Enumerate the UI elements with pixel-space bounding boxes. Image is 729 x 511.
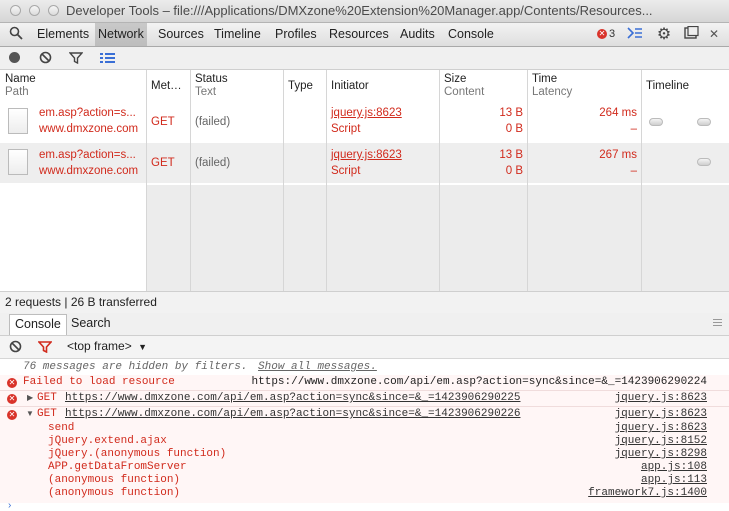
file-icon: [8, 108, 28, 134]
request-status: (failed): [195, 157, 231, 169]
console-message: ✕ Failed to load resource https://www.dm…: [0, 375, 729, 391]
show-drawer-icon[interactable]: [626, 26, 644, 43]
hidden-notice-text: 76 messages are hidden by filters.: [23, 361, 248, 373]
zoom-window-button[interactable]: [48, 5, 59, 16]
stack-source-link[interactable]: jquery.js:8152: [0, 435, 707, 448]
summary-text: 2 requests | 26 B transferred: [5, 295, 157, 309]
col-name-header[interactable]: Name: [5, 73, 36, 86]
window-title: Developer Tools – file:///Applications/D…: [66, 3, 653, 18]
col-status-header[interactable]: Status: [195, 73, 228, 86]
drawer-tabbar: Console Search: [0, 313, 729, 336]
frame-selector[interactable]: <top frame> ▼: [67, 339, 147, 353]
col-timeline-header[interactable]: Timeline: [646, 80, 689, 93]
file-icon: [8, 149, 28, 175]
stack-source-link[interactable]: app.js:108: [0, 461, 707, 474]
request-path: www.dmxzone.com: [39, 123, 139, 135]
minimize-window-button[interactable]: [29, 5, 40, 16]
request-time: 267 ms: [599, 149, 637, 161]
col-text-header[interactable]: Text: [195, 86, 216, 99]
tab-profiles[interactable]: Profiles: [272, 23, 320, 46]
request-latency: –: [630, 165, 637, 177]
tab-console[interactable]: Console: [445, 23, 497, 46]
tab-sources[interactable]: Sources: [155, 23, 207, 46]
chevron-down-icon: ▼: [138, 342, 147, 352]
stack-source-link[interactable]: app.js:113: [0, 474, 707, 487]
col-method-header[interactable]: Met…: [151, 80, 182, 93]
request-size: 13 B: [499, 149, 523, 161]
message-source-link[interactable]: jquery.js:8623: [0, 392, 707, 405]
request-size: 13 B: [499, 107, 523, 119]
stack-source-link[interactable]: framework7.js:1400: [0, 487, 707, 500]
tab-drawer-console[interactable]: Console: [9, 314, 67, 335]
close-icon[interactable]: ✕: [705, 26, 723, 43]
request-method: GET: [151, 116, 175, 128]
request-content: 0 B: [505, 165, 523, 177]
console-message[interactable]: ✕ ▶ GET https://www.dmxzone.com/api/em.a…: [0, 391, 729, 407]
list-view-icon[interactable]: [100, 52, 115, 67]
close-window-button[interactable]: [10, 5, 21, 16]
col-content-header[interactable]: Content: [444, 86, 484, 99]
table-row[interactable]: em.asp?action=s... www.dmxzone.com GET (…: [0, 101, 729, 141]
tab-elements[interactable]: Elements: [34, 23, 92, 46]
request-content: 0 B: [505, 123, 523, 135]
col-initiator-header[interactable]: Initiator: [331, 80, 369, 93]
tab-network[interactable]: Network: [95, 23, 147, 46]
timeline-bar-start: [649, 118, 663, 126]
col-path-header[interactable]: Path: [5, 86, 29, 99]
col-latency-header[interactable]: Latency: [532, 86, 572, 99]
network-summary-bar: 2 requests | 26 B transferred: [0, 291, 729, 314]
clear-console-icon[interactable]: [9, 340, 22, 356]
console-message-expanded: ✕ ▼ GET https://www.dmxzone.com/api/em.a…: [0, 407, 729, 503]
initiator-link[interactable]: jquery.js:8623: [331, 105, 402, 121]
request-latency: –: [630, 123, 637, 135]
initiator-type: Script: [331, 165, 361, 177]
request-name: em.asp?action=s...: [39, 107, 136, 119]
timeline-bar-end: [697, 118, 711, 126]
show-all-messages-link[interactable]: Show all messages.: [258, 361, 377, 373]
request-status: (failed): [195, 116, 231, 128]
console-toolbar: <top frame> ▼: [0, 336, 729, 359]
empty-name-area: [0, 185, 147, 291]
stack-source-link[interactable]: jquery.js:8623: [0, 422, 707, 435]
search-icon[interactable]: [7, 26, 25, 43]
tab-drawer-search[interactable]: Search: [66, 313, 116, 334]
request-path: www.dmxzone.com: [39, 165, 139, 177]
error-icon: ✕: [597, 29, 607, 39]
panel-tabbar: Elements Network Sources Timeline Profil…: [0, 23, 729, 47]
request-time: 264 ms: [599, 107, 637, 119]
col-size-header[interactable]: Size: [444, 73, 466, 86]
console-prompt-icon[interactable]: ›: [8, 501, 11, 511]
request-name: em.asp?action=s...: [39, 149, 136, 161]
hidden-messages-notice: 76 messages are hidden by filters. Show …: [23, 361, 377, 374]
tab-audits[interactable]: Audits: [397, 23, 438, 46]
error-count: 3: [609, 28, 616, 40]
initiator-link[interactable]: jquery.js:8623: [331, 147, 402, 163]
table-row[interactable]: em.asp?action=s... www.dmxzone.com GET (…: [0, 143, 729, 183]
message-url[interactable]: https://www.dmxzone.com/api/em.asp?actio…: [0, 376, 707, 389]
console-filter-icon[interactable]: [37, 341, 53, 356]
window-titlebar: Developer Tools – file:///Applications/D…: [0, 0, 729, 23]
dock-icon[interactable]: [682, 25, 700, 43]
clear-icon[interactable]: [39, 51, 52, 67]
initiator-type: Script: [331, 123, 361, 135]
drawer-resize-icon[interactable]: [713, 319, 722, 326]
network-toolbar: [0, 47, 729, 70]
stack-source-link[interactable]: jquery.js:8298: [0, 448, 707, 461]
timeline-bar: [697, 158, 711, 166]
request-method: GET: [151, 157, 175, 169]
network-table-header: Name Path Met… Status Text Type Initiato…: [0, 70, 729, 102]
col-type-header[interactable]: Type: [288, 80, 313, 93]
tab-resources[interactable]: Resources: [326, 23, 392, 46]
col-time-header[interactable]: Time: [532, 73, 557, 86]
tab-timeline[interactable]: Timeline: [211, 23, 264, 46]
message-source-link[interactable]: jquery.js:8623: [0, 408, 707, 421]
gear-icon[interactable]: ⚙: [655, 26, 673, 43]
filter-icon[interactable]: [68, 52, 84, 67]
record-icon[interactable]: [9, 52, 20, 63]
frame-selector-label: <top frame>: [67, 339, 132, 353]
